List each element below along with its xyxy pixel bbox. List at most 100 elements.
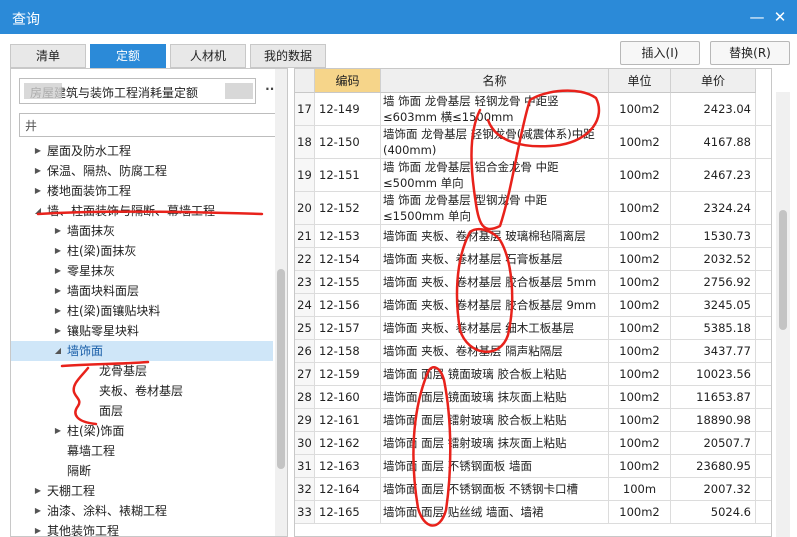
tree-item[interactable]: ◢ 墙饰面 — [11, 341, 273, 361]
expand-arrow-icon[interactable]: ▶ — [33, 181, 43, 201]
row-unit: 100m2 — [609, 409, 671, 431]
table-row[interactable]: 17 12-149 墙 饰面 龙骨基层 轻钢龙骨 中距竖≤603mm 横≤1500m… — [295, 93, 771, 126]
table-row[interactable]: 22 12-154 墙饰面 夹板、卷材基层 石膏板基层 100m2 2032.52 — [295, 248, 771, 271]
expand-arrow-icon[interactable]: ▶ — [53, 421, 63, 441]
table-row[interactable]: 20 12-152 墙 饰面 龙骨基层 型钢龙骨 中距≤1500mm 单向 100m2… — [295, 192, 771, 225]
row-price: 2032.52 — [671, 248, 756, 270]
tree-item[interactable]: 面层 — [11, 401, 273, 421]
row-name: 墙 饰面 龙骨基层 型钢龙骨 中距≤1500mm 单向 — [381, 192, 609, 224]
row-price: 2007.32 — [671, 478, 756, 500]
tab-rencaiji[interactable]: 人材机 — [170, 44, 246, 68]
row-unit: 100m2 — [609, 192, 671, 224]
table-row[interactable]: 19 12-151 墙 饰面 龙骨基层 铝合金龙骨 中距≤500mm 单向 100m2… — [295, 159, 771, 192]
tree-item[interactable]: ▶ 天棚工程 — [11, 481, 273, 501]
tree-item[interactable]: ▶ 镶贴零星块料 — [11, 321, 273, 341]
col-header-code[interactable]: 编码 — [315, 69, 381, 93]
tree-item[interactable]: 幕墙工程 — [11, 441, 273, 461]
table-row[interactable]: 23 12-155 墙饰面 夹板、卷材基层 胶合板基层 5mm 100m2 2756.9… — [295, 271, 771, 294]
row-price: 20507.7 — [671, 432, 756, 454]
expand-arrow-icon[interactable]: ▶ — [53, 221, 63, 241]
row-name: 墙饰面 龙骨基层 轻钢龙骨(减震体系)中距(400mm) — [381, 126, 609, 158]
row-name: 墙饰面 夹板、卷材基层 细木工板基层 — [381, 317, 609, 339]
table-row[interactable]: 30 12-162 墙饰面 面层 镭射玻璃 抹灰面上粘贴 100m2 20507.7 — [295, 432, 771, 455]
quota-library-select[interactable]: 房屋建筑与装饰工程消耗量定额 — [19, 78, 256, 104]
tree-item[interactable]: ▶ 零星抹灰 — [11, 261, 273, 281]
tab-qingdan[interactable]: 清单 — [10, 44, 86, 68]
row-price: 2467.23 — [671, 159, 756, 191]
col-header-name[interactable]: 名称 — [381, 69, 609, 93]
table-row[interactable]: 29 12-161 墙饰面 面层 镭射玻璃 胶合板上粘贴 100m2 18890.98 — [295, 409, 771, 432]
row-price: 1530.73 — [671, 225, 756, 247]
tree-item[interactable]: ▶ 墙面抹灰 — [11, 221, 273, 241]
search-input[interactable]: 井 — [19, 113, 281, 137]
col-header-unit[interactable]: 单位 — [609, 69, 671, 93]
tree-item[interactable]: ▶ 柱(梁)面抹灰 — [11, 241, 273, 261]
tree-item[interactable]: ▶ 油漆、涂料、裱糊工程 — [11, 501, 273, 521]
tree-item-label: 柱(梁)面镶贴块料 — [67, 304, 161, 318]
row-name: 墙饰面 面层 镭射玻璃 抹灰面上粘贴 — [381, 432, 609, 454]
tree-item[interactable]: ▶ 墙面块料面层 — [11, 281, 273, 301]
table-row[interactable]: 24 12-156 墙饰面 夹板、卷材基层 胶合板基层 9mm 100m2 3245.0… — [295, 294, 771, 317]
row-index: 17 — [295, 93, 315, 125]
row-index: 29 — [295, 409, 315, 431]
row-code: 12-152 — [315, 192, 381, 224]
row-price: 5024.6 — [671, 501, 756, 523]
expand-arrow-icon[interactable]: ▶ — [53, 321, 63, 341]
tree-item-label: 幕墙工程 — [67, 444, 116, 458]
collapse-arrow-icon[interactable]: ◢ — [53, 341, 63, 361]
tree-item[interactable]: ▶ 柱(梁)面镶贴块料 — [11, 301, 273, 321]
insert-button[interactable]: 插入(I) — [620, 41, 700, 65]
table-row[interactable]: 21 12-153 墙饰面 夹板、卷材基层 玻璃棉毡隔离层 100m2 1530.73 — [295, 225, 771, 248]
table-scrollbar[interactable] — [776, 92, 790, 537]
expand-arrow-icon[interactable]: ▶ — [53, 241, 63, 261]
table-row[interactable]: 33 12-165 墙饰面 面层 贴丝绒 墙面、墙裙 100m2 5024.6 — [295, 501, 771, 524]
tree-item[interactable]: ◢ 墙、柱面装饰与隔断、幕墙工程 — [11, 201, 273, 221]
table-row[interactable]: 26 12-158 墙饰面 夹板、卷材基层 隔声粘隔层 100m2 3437.77 — [295, 340, 771, 363]
row-price: 2423.04 — [671, 93, 756, 125]
tab-my-data[interactable]: 我的数据 — [250, 44, 326, 68]
expand-arrow-icon[interactable]: ▶ — [53, 301, 63, 321]
table-row[interactable]: 27 12-159 墙饰面 面层 镜面玻璃 胶合板上粘贴 100m2 10023.56 — [295, 363, 771, 386]
table-row[interactable]: 25 12-157 墙饰面 夹板、卷材基层 细木工板基层 100m2 5385.18 — [295, 317, 771, 340]
row-code: 12-153 — [315, 225, 381, 247]
expand-arrow-icon[interactable]: ▶ — [33, 141, 43, 161]
tree-item[interactable]: 夹板、卷材基层 — [11, 381, 273, 401]
scroll-thumb[interactable] — [779, 210, 787, 330]
expand-arrow-icon[interactable]: ▶ — [33, 481, 43, 501]
minimize-icon[interactable]: — — [747, 7, 767, 27]
tree-item-label: 夹板、卷材基层 — [99, 384, 184, 398]
tree-item[interactable]: 隔断 — [11, 461, 273, 481]
tab-dinge[interactable]: 定额 — [90, 44, 166, 68]
tree-item[interactable]: ▶ 楼地面装饰工程 — [11, 181, 273, 201]
row-unit: 100m — [609, 478, 671, 500]
expand-arrow-icon[interactable]: ▶ — [53, 261, 63, 281]
table-row[interactable]: 28 12-160 墙饰面 面层 镜面玻璃 抹灰面上粘贴 100m2 11653.87 — [295, 386, 771, 409]
row-price: 11653.87 — [671, 386, 756, 408]
expand-arrow-icon[interactable]: ▶ — [53, 281, 63, 301]
col-header-price[interactable]: 单价 — [671, 69, 756, 93]
row-price: 4167.88 — [671, 126, 756, 158]
row-index: 27 — [295, 363, 315, 385]
table-row[interactable]: 18 12-150 墙饰面 龙骨基层 轻钢龙骨(减震体系)中距(400mm) 100m… — [295, 126, 771, 159]
tree-item[interactable]: ▶ 柱(梁)饰面 — [11, 421, 273, 441]
tree-item[interactable]: ▶ 屋面及防水工程 — [11, 141, 273, 161]
replace-button[interactable]: 替换(R) — [710, 41, 790, 65]
tree-item[interactable]: ▶ 其他装饰工程 — [11, 521, 273, 536]
close-icon[interactable]: ✕ — [770, 7, 790, 27]
window-title: 查询 — [12, 12, 40, 28]
table-row[interactable]: 32 12-164 墙饰面 面层 不锈钢面板 不锈钢卡口槽 100m 2007.32 — [295, 478, 771, 501]
collapse-arrow-icon[interactable]: ◢ — [33, 201, 43, 221]
row-index: 30 — [295, 432, 315, 454]
expand-arrow-icon[interactable]: ▶ — [33, 501, 43, 521]
tree-item[interactable]: 龙骨基层 — [11, 361, 273, 381]
row-code: 12-157 — [315, 317, 381, 339]
row-price: 18890.98 — [671, 409, 756, 431]
scroll-thumb[interactable] — [277, 269, 285, 469]
tree-item[interactable]: ▶ 保温、隔热、防腐工程 — [11, 161, 273, 181]
tree-item-label: 零星抹灰 — [67, 264, 116, 278]
tree-item-label: 墙面块料面层 — [67, 284, 140, 298]
table-row[interactable]: 31 12-163 墙饰面 面层 不锈钢面板 墙面 100m2 23680.95 — [295, 455, 771, 478]
left-scrollbar[interactable] — [275, 69, 287, 536]
expand-arrow-icon[interactable]: ▶ — [33, 521, 43, 536]
expand-arrow-icon[interactable]: ▶ — [33, 161, 43, 181]
